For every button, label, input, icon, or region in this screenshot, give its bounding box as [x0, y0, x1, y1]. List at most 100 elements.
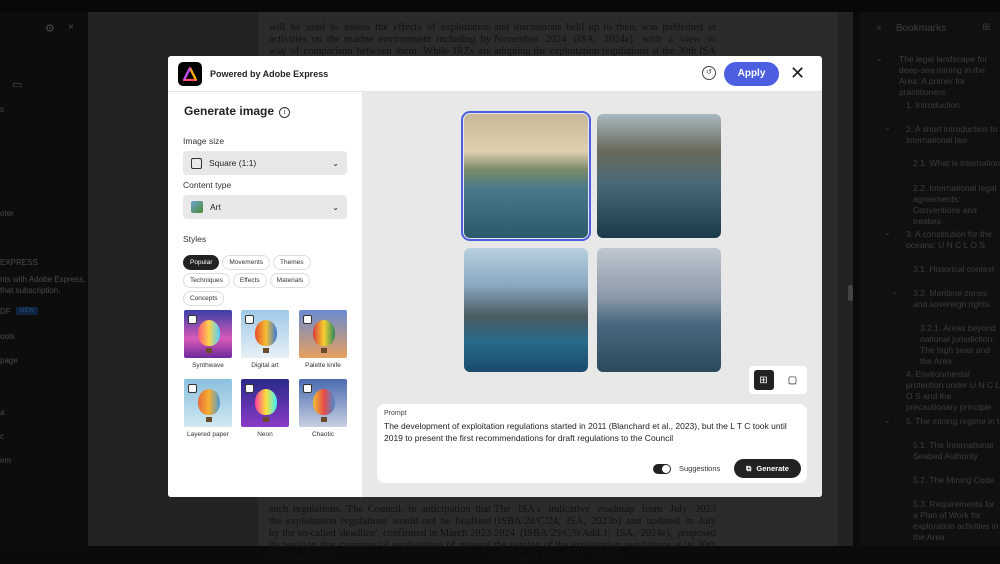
style-tab-themes[interactable]: Themes: [273, 255, 311, 270]
image-size-label: Image size: [183, 136, 225, 146]
heading-text: Generate image: [184, 104, 275, 118]
app-toolbar: [0, 0, 1000, 12]
style-thumb-label: Chaotic: [311, 431, 335, 438]
brand-title: Powered by Adobe Express: [210, 68, 329, 79]
chevron-down-icon[interactable]: ⌄: [884, 122, 891, 133]
panel-text[interactable]: ools: [0, 332, 15, 341]
generate-image-dialog: Powered by Adobe Express ↺ Apply ✕ Gener…: [168, 56, 822, 497]
content-type-label: Content type: [183, 180, 232, 190]
image-size-dropdown[interactable]: Square (1:1) ⌄: [183, 151, 347, 175]
bookmark-item[interactable]: 1. Introduction: [906, 100, 1000, 111]
history-icon[interactable]: ↺: [702, 66, 716, 80]
chevron-down-icon[interactable]: ⌄: [884, 415, 891, 426]
generated-image-4[interactable]: [597, 248, 721, 372]
style-thumb-digital-art[interactable]: [241, 310, 289, 358]
adobe-express-logo: [178, 61, 202, 86]
options-panel: Generate image i Image size Square (1:1) ⌄…: [168, 92, 362, 497]
bookmark-item[interactable]: 3.2. Maritime zones and sovereign rights: [913, 288, 1000, 310]
suggestions-label: Suggestions: [679, 464, 721, 473]
styles-label: Styles: [183, 234, 207, 244]
style-thumb-label: Layered paper: [187, 431, 229, 438]
checkbox[interactable]: [188, 384, 197, 393]
style-tab-concepts[interactable]: Concepts: [183, 291, 225, 306]
bookmark-item[interactable]: 2.2. International legal agreements: Con…: [913, 183, 1000, 227]
checkbox[interactable]: [188, 315, 197, 324]
style-thumb-neon[interactable]: [241, 379, 289, 427]
panel-text[interactable]: c: [0, 432, 4, 441]
bookmark-item[interactable]: 5.2. The Mining Code: [913, 475, 1000, 486]
panel-heading: Generate image i: [184, 104, 291, 118]
checkbox[interactable]: [245, 315, 254, 324]
bookmark-item[interactable]: 2.1. What is international law: [913, 158, 1000, 169]
image-size-value: Square (1:1): [209, 158, 257, 168]
document-text: such regulations. The Council, in antici…: [269, 504, 491, 563]
bookmark-item[interactable]: The legal landscape for deep-sea mining …: [899, 54, 1000, 98]
dialog-header: Powered by Adobe Express ↺ Apply ✕: [168, 56, 822, 92]
close-bookmarks-icon[interactable]: ×: [876, 23, 882, 34]
adobe-express-link[interactable]: EXPRESS: [0, 258, 38, 267]
panel-text[interactable]: page: [0, 356, 18, 365]
chevron-down-icon: ⌄: [332, 158, 339, 168]
panel-text[interactable]: oter: [0, 209, 14, 218]
info-icon[interactable]: i: [279, 107, 291, 118]
style-thumb-label: Synthwave: [192, 362, 224, 369]
close-icon[interactable]: ×: [68, 22, 74, 33]
suggestions-toggle[interactable]: [653, 464, 671, 474]
bookmark-item[interactable]: 5.1. The International Seabed Authority: [913, 440, 1000, 462]
panel-text: that subscription.: [0, 286, 61, 295]
prompt-label: Prompt: [384, 410, 407, 417]
settings-icon[interactable]: ⚙: [45, 22, 55, 35]
generated-image-3[interactable]: [464, 248, 588, 372]
bookmark-item[interactable]: 5. The mining regime in the Area: [906, 416, 1000, 427]
bookmark-item[interactable]: 3. A constitution for the oceans: U N C …: [906, 229, 1000, 251]
style-thumb-chaotic[interactable]: [299, 379, 347, 427]
generated-image-2[interactable]: [597, 114, 721, 238]
style-thumb-layered-paper[interactable]: [184, 379, 232, 427]
prompt-input[interactable]: The development of exploitation regulati…: [384, 420, 789, 444]
style-tab-movements[interactable]: Movements: [222, 255, 271, 270]
panel-text: s: [0, 105, 4, 114]
tools-panel: ⚙ × ▭ s oter EXPRESS nts with Adobe Expr…: [0, 12, 88, 546]
style-tab-materials[interactable]: Materials: [269, 273, 311, 288]
panel-text[interactable]: a: [0, 408, 4, 417]
scrollbar[interactable]: [848, 285, 853, 301]
bookmark-item[interactable]: 2. A short introduction to international…: [906, 124, 1000, 146]
document-icon: ▭: [12, 79, 23, 91]
square-icon: [191, 157, 202, 169]
style-thumb-label: Palette knife: [305, 362, 341, 369]
bookmark-item[interactable]: 3.1. Historical context: [913, 264, 1000, 275]
view-toggle: ⊞ ▢: [749, 366, 807, 394]
chevron-down-icon: ⌄: [332, 202, 339, 212]
single-view-icon[interactable]: ▢: [783, 370, 803, 390]
checkbox[interactable]: [303, 315, 312, 324]
bookmark-item[interactable]: 4. Environmental protection under U N C …: [906, 369, 1000, 413]
style-thumb-palette-knife[interactable]: [299, 310, 347, 358]
close-dialog-icon[interactable]: ✕: [790, 63, 805, 83]
apply-button[interactable]: Apply: [724, 62, 779, 86]
style-tab-techniques[interactable]: Techniques: [183, 273, 230, 288]
chevron-down-icon[interactable]: ⌄: [884, 227, 891, 238]
style-tab-effects[interactable]: Effects: [232, 273, 267, 288]
panel-text[interactable]: DF: [0, 307, 11, 316]
grid-view-icon[interactable]: ⊞: [753, 370, 774, 390]
new-badge: NEW: [16, 307, 38, 315]
prompt-box: Prompt The development of exploitation r…: [377, 404, 807, 483]
chevron-down-icon[interactable]: ⌄: [891, 286, 898, 297]
bookmark-options-icon[interactable]: ⊞: [982, 22, 990, 33]
bookmark-item[interactable]: 5.3. Requirements for a Plan of Work for…: [913, 499, 1000, 543]
bookmarks-panel: × Bookmarks ⊞ ⌄ The legal landscape for …: [860, 12, 1000, 546]
chevron-down-icon[interactable]: ⌄: [876, 53, 883, 64]
art-icon: [191, 201, 203, 213]
panel-text: nts with Adobe Express,: [0, 275, 86, 284]
style-tab-popular[interactable]: Popular: [183, 255, 220, 270]
style-tabs: Popular Movements Themes Techniques Effe…: [183, 255, 353, 306]
generate-button[interactable]: ⧉ Generate: [734, 459, 801, 478]
bookmark-item[interactable]: 3.2.1. Areas beyond national jurisdictio…: [920, 323, 1000, 367]
content-type-value: Art: [210, 202, 221, 212]
generated-image-1[interactable]: [461, 111, 591, 241]
panel-text[interactable]: em: [0, 456, 11, 465]
checkbox[interactable]: [303, 384, 312, 393]
style-thumb-synthwave[interactable]: [184, 310, 232, 358]
content-type-dropdown[interactable]: Art ⌄: [183, 195, 347, 219]
checkbox[interactable]: [245, 384, 254, 393]
